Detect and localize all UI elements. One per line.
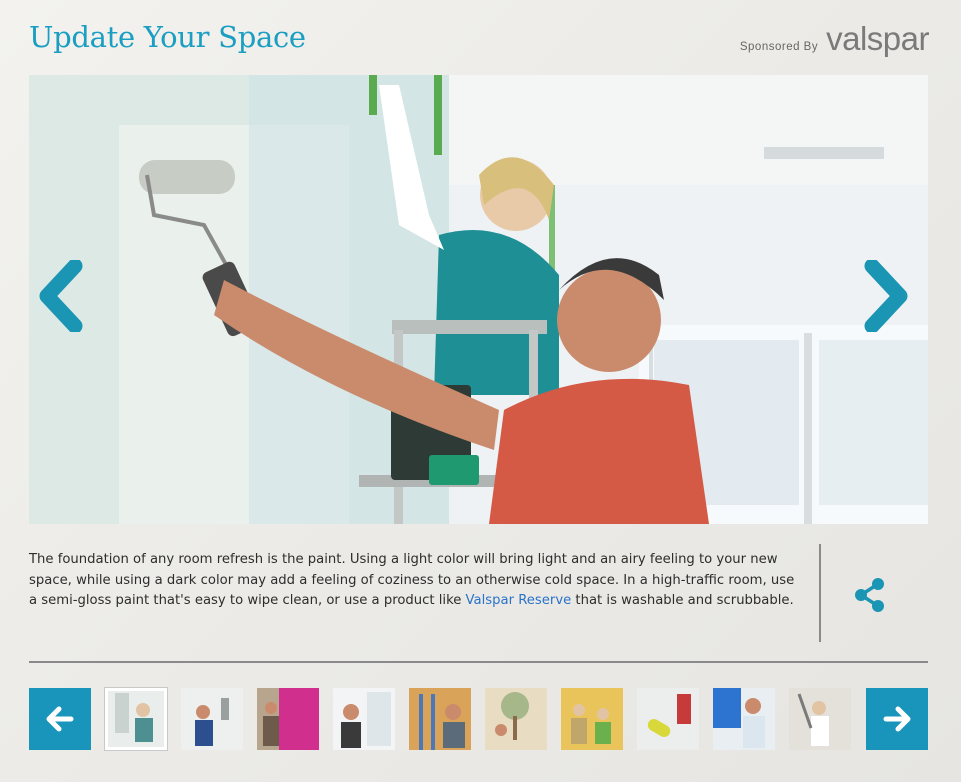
mural-family-thumbnail xyxy=(485,688,547,750)
caption-text-after: that is washable and scrubbable. xyxy=(571,593,794,608)
hero-photo xyxy=(29,75,928,524)
arrow-right-icon xyxy=(883,706,911,732)
chevron-right-icon xyxy=(864,260,908,332)
thumbnail-4[interactable] xyxy=(333,688,395,750)
blue-wall-man-thumbnail xyxy=(713,688,775,750)
chevron-left-icon xyxy=(39,260,83,332)
valspar-logo[interactable]: valspar xyxy=(826,20,929,58)
thumbnail-5[interactable] xyxy=(409,688,471,750)
thumbnail-next-button[interactable] xyxy=(866,688,928,750)
section-divider xyxy=(29,661,928,663)
sponsor-block: Sponsored By valspar xyxy=(739,20,930,58)
share-button[interactable] xyxy=(850,575,890,615)
hero-next-button[interactable] xyxy=(862,260,922,340)
thumbnail-3[interactable] xyxy=(257,688,319,750)
slide-caption: The foundation of any room refresh is th… xyxy=(29,550,799,612)
kids-painting-thumbnail xyxy=(561,688,623,750)
thumbnail-10[interactable] xyxy=(789,688,851,750)
arrow-left-icon xyxy=(46,706,74,732)
thumbnail-8[interactable] xyxy=(637,688,699,750)
sponsored-by-label: Sponsored By xyxy=(739,41,819,53)
thumbnail-strip xyxy=(29,688,928,750)
man-roller-thumbnail xyxy=(181,688,243,750)
page-title: Update Your Space xyxy=(29,20,306,54)
caption-divider xyxy=(819,544,821,642)
woman-roller-thumbnail xyxy=(789,688,851,750)
yellow-roller-thumbnail xyxy=(637,688,699,750)
thumbnail-prev-button[interactable] xyxy=(29,688,91,750)
pink-wall-couple-thumbnail xyxy=(257,688,319,750)
thumbnail-2[interactable] xyxy=(181,688,243,750)
valspar-reserve-link[interactable]: Valspar Reserve xyxy=(466,593,572,608)
woman-painting-thumbnail xyxy=(105,688,167,750)
hero-prev-button[interactable] xyxy=(35,260,95,340)
thumbnail-6[interactable] xyxy=(485,688,547,750)
man-window-thumbnail xyxy=(333,688,395,750)
thumbnail-9[interactable] xyxy=(713,688,775,750)
ladder-couple-thumbnail xyxy=(409,688,471,750)
thumbnail-7[interactable] xyxy=(561,688,623,750)
share-icon xyxy=(855,578,884,612)
hero-slide-image xyxy=(29,75,928,524)
thumbnail-1[interactable] xyxy=(105,688,167,750)
